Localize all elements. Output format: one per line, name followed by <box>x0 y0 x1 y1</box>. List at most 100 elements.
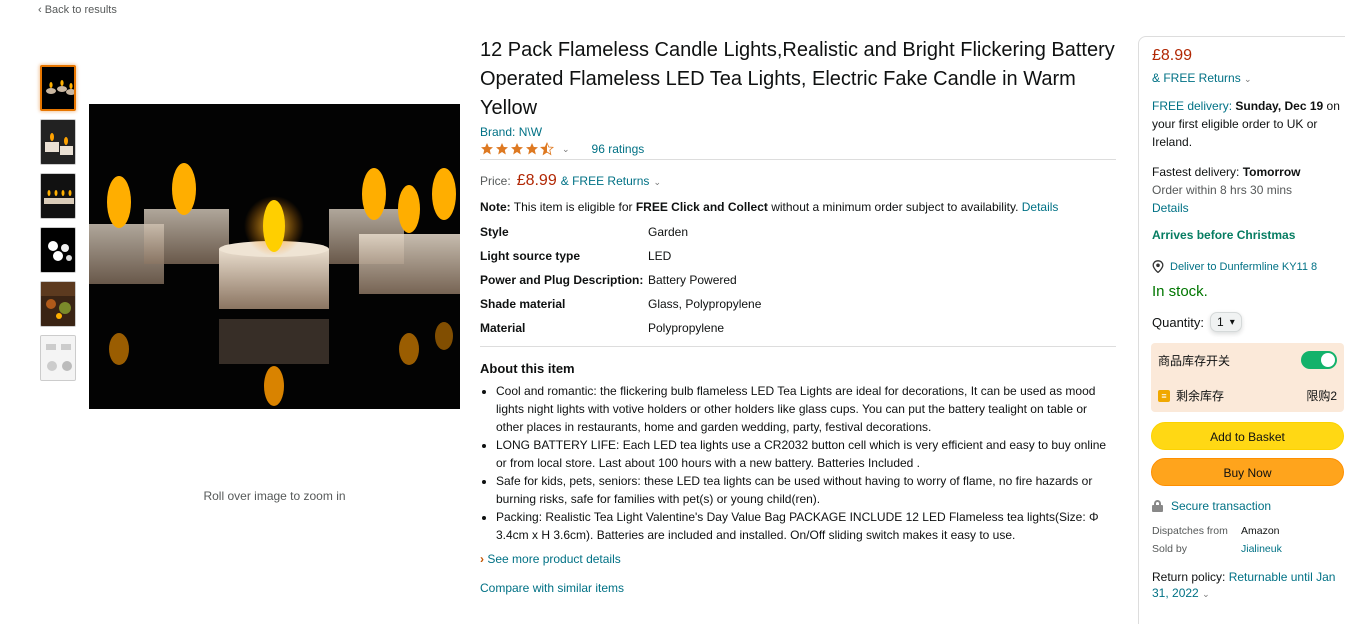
ratings-count-link[interactable]: 96 ratings <box>592 142 645 156</box>
note-bold: FREE Click and Collect <box>635 200 768 214</box>
return-policy: Return policy: Returnable until Jan 31, … <box>1152 569 1345 602</box>
purchase-limit-label: 限购2 <box>1306 389 1337 403</box>
spec-key: Material <box>480 321 526 335</box>
brand-link[interactable]: Brand: N\W <box>480 125 1116 139</box>
secure-transaction-link[interactable]: Secure transaction <box>1171 499 1271 513</box>
seller-info: Dispatches from Amazon Sold by Jialineuk <box>1152 525 1345 555</box>
secure-transaction-row[interactable]: Secure transaction <box>1152 499 1345 513</box>
bullet-item: Packing: Realistic Tea Light Valentine's… <box>496 508 1116 544</box>
half-star-icon <box>540 142 554 156</box>
remaining-stock-label: 剩余库存 <box>1176 389 1225 403</box>
compare-link[interactable]: Compare with similar items <box>480 581 624 595</box>
product-title: 12 Pack Flameless Candle Lights,Realisti… <box>480 39 1115 119</box>
deliver-to-link[interactable]: Deliver to Dunfermline KY11 8 <box>1170 261 1317 273</box>
main-product-image[interactable] <box>89 104 460 409</box>
note-label: Note: <box>480 200 511 214</box>
inventory-icon: ≡ <box>1158 389 1170 402</box>
back-to-results-link[interactable]: ‹ Back to results <box>38 4 117 16</box>
spec-value: Glass, Polypropylene <box>648 297 762 311</box>
dispatches-value: Amazon <box>1241 525 1280 537</box>
star-rating[interactable] <box>480 142 554 156</box>
bullet-item: LONG BATTERY LIFE: Each LED tea lights u… <box>496 436 1116 472</box>
lock-icon <box>1152 500 1163 512</box>
spec-value: Polypropylene <box>648 321 725 335</box>
zoom-hint: Roll over image to zoom in <box>203 489 346 503</box>
spec-row: Material Polypropylene <box>480 316 1116 340</box>
spec-key: Power and Plug Description: <box>480 273 644 287</box>
star-icon <box>481 143 493 155</box>
spec-row: Power and Plug Description: Battery Power… <box>480 268 1116 292</box>
chevron-down-icon[interactable]: ⌄ <box>562 144 570 155</box>
free-delivery-link[interactable]: FREE delivery: <box>1152 99 1232 113</box>
see-more-link[interactable]: See more product details <box>487 552 620 566</box>
dispatches-label: Dispatches from <box>1152 525 1228 537</box>
fastest-value: Tomorrow <box>1242 165 1301 179</box>
buybox-price: £8.99 <box>1152 47 1193 64</box>
spec-key: Light source type <box>480 249 581 263</box>
fastest-label: Fastest delivery: <box>1152 165 1243 179</box>
thumbnail-4[interactable] <box>40 227 76 273</box>
chevron-down-icon[interactable]: ⌄ <box>653 177 661 188</box>
spec-row: Light source type LED <box>480 244 1116 268</box>
about-bullets: Cool and romantic: the flickering bulb f… <box>480 382 1116 544</box>
spec-value: Battery Powered <box>648 273 737 287</box>
quantity-label: Quantity: <box>1152 314 1205 330</box>
spec-key: Shade material <box>480 297 566 311</box>
spec-row: Style Garden <box>480 220 1116 244</box>
buybox-free-returns-link[interactable]: & FREE Returns <box>1152 71 1241 85</box>
thumbnail-3[interactable] <box>40 173 76 219</box>
stock-status: In stock. <box>1152 283 1208 300</box>
buy-now-button[interactable]: Buy Now <box>1151 458 1344 486</box>
arrives-before-christmas: Arrives before Christmas <box>1152 228 1296 242</box>
see-more-row[interactable]: › See more product details <box>480 552 1116 566</box>
sold-by-label: Sold by <box>1152 543 1188 555</box>
buy-box: £8.99 & FREE Returns ⌄ FREE delivery: Su… <box>1138 36 1345 624</box>
order-within: Order within 8 hrs 30 mins <box>1152 183 1293 197</box>
price-row: Price: £8.99 & FREE Returns ⌄ <box>480 172 1116 190</box>
spec-key: Style <box>480 225 509 239</box>
add-to-basket-button[interactable]: Add to Basket <box>1151 422 1344 450</box>
about-heading: About this item <box>480 361 575 376</box>
free-delivery-info: FREE delivery: Sunday, Dec 19 on your fi… <box>1152 97 1345 151</box>
spec-value: LED <box>648 249 672 263</box>
chevron-right-icon: › <box>480 552 484 566</box>
price-value: £8.99 <box>516 172 557 189</box>
chevron-down-icon[interactable]: ⌄ <box>1202 589 1210 599</box>
stock-switch-label: 商品库存开关 <box>1158 353 1231 368</box>
star-icon <box>526 143 538 155</box>
stock-control-panel: 商品库存开关 ≡ 剩余库存 限购2 <box>1151 343 1344 412</box>
note-text: This item is eligible for <box>510 200 636 214</box>
bullet-item: Cool and romantic: the flickering bulb f… <box>496 382 1116 436</box>
ratings-row: ⌄ 96 ratings <box>480 142 1116 160</box>
free-delivery-date: Sunday, Dec 19 <box>1232 99 1324 113</box>
thumbnail-5[interactable] <box>40 281 76 327</box>
chevron-down-icon: ▾ <box>1229 316 1235 328</box>
note-text-2: without a minimum order subject to avail… <box>767 200 1022 214</box>
bullet-item: Safe for kids, pets, seniors: these LED … <box>496 472 1116 508</box>
price-label: Price: <box>480 174 511 188</box>
star-icon <box>496 143 508 155</box>
specs-table: Style Garden Light source type LED Power a… <box>480 220 1116 340</box>
delivery-details-link[interactable]: Details <box>1152 201 1189 215</box>
note-details-link[interactable]: Details <box>1022 200 1059 214</box>
chevron-down-icon[interactable]: ⌄ <box>1244 74 1252 84</box>
location-pin-icon <box>1152 260 1164 273</box>
stock-switch-toggle[interactable] <box>1301 351 1337 369</box>
divider <box>480 346 1116 347</box>
star-icon <box>511 143 523 155</box>
thumbnail-1[interactable] <box>40 65 76 111</box>
seller-link[interactable]: Jialineuk <box>1241 543 1345 555</box>
thumbnail-2[interactable] <box>40 119 76 165</box>
fastest-delivery-info: Fastest delivery: Tomorrow Order within … <box>1152 163 1345 217</box>
free-returns-link[interactable]: & FREE Returns <box>561 174 650 188</box>
spec-value: Garden <box>648 225 689 239</box>
quantity-select[interactable]: 1 ▾ <box>1210 312 1242 332</box>
deliver-to-row[interactable]: Deliver to Dunfermline KY11 8 <box>1152 260 1345 273</box>
return-policy-label: Return policy: <box>1152 570 1229 584</box>
thumbnail-6[interactable] <box>40 335 76 381</box>
quantity-row: Quantity: 1 ▾ <box>1152 312 1345 332</box>
thumbnail-strip <box>40 65 76 389</box>
spec-row: Shade material Glass, Polypropylene <box>480 292 1116 316</box>
product-details: 12 Pack Flameless Candle Lights,Realisti… <box>480 36 1116 595</box>
quantity-value: 1 <box>1217 315 1224 329</box>
